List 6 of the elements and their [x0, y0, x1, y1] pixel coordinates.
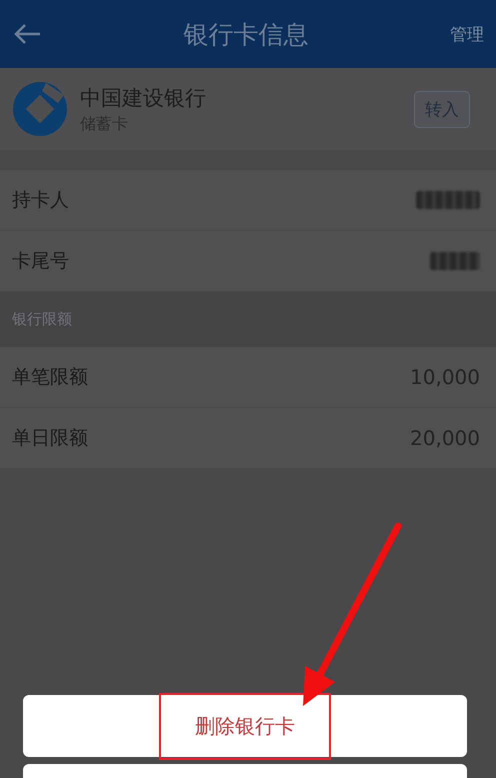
back-arrow-icon[interactable]: [12, 22, 42, 46]
delete-card-button[interactable]: 删除银行卡: [23, 695, 467, 757]
page-title: 银行卡信息: [182, 18, 310, 50]
highlight-box: 删除银行卡: [159, 692, 331, 760]
bank-logo-icon: [12, 81, 68, 137]
manage-button[interactable]: 管理: [450, 22, 484, 46]
